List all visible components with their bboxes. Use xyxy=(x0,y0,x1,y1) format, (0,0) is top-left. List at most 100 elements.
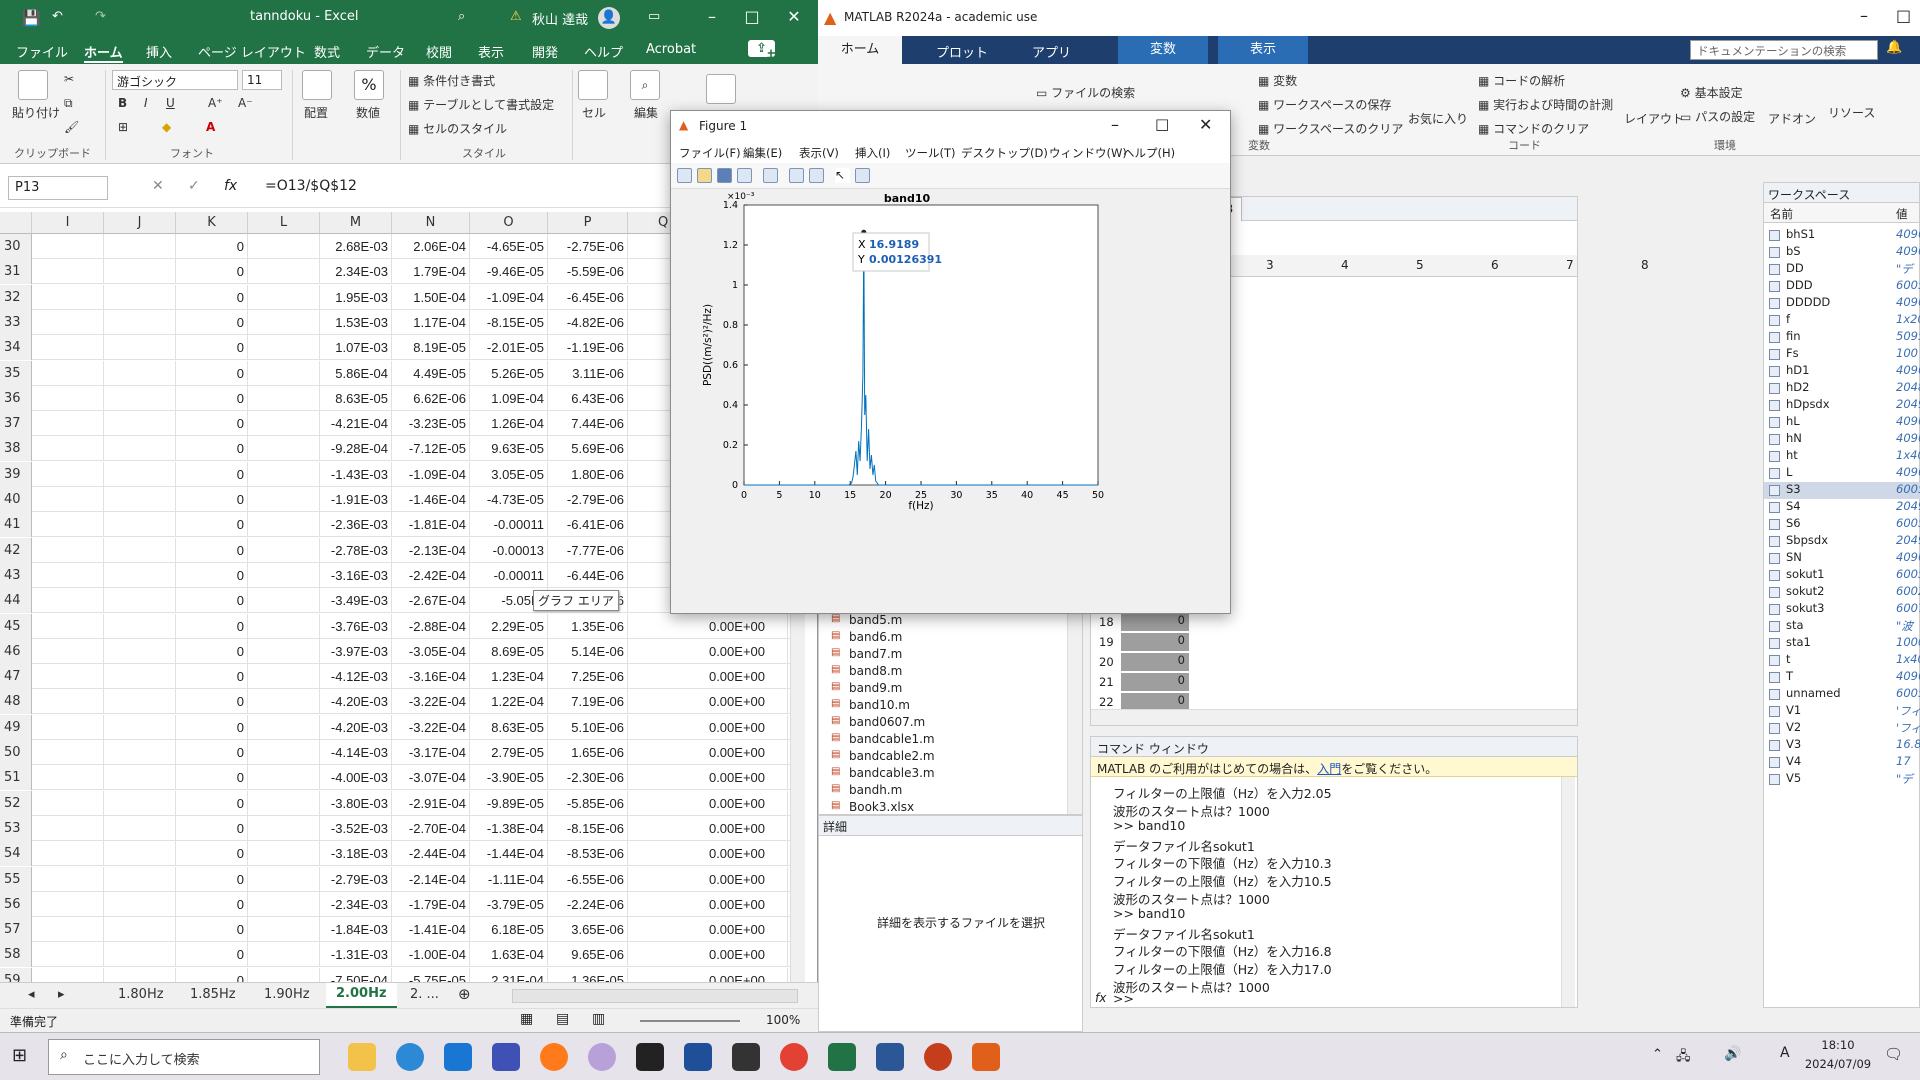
open-icon[interactable] xyxy=(697,168,712,183)
empty-cell[interactable] xyxy=(104,436,176,462)
cell-m[interactable]: -7.50E-04 xyxy=(320,967,392,982)
favorites-button[interactable]: お気に入り xyxy=(1408,110,1468,127)
store-icon[interactable] xyxy=(492,1043,520,1071)
cell-q[interactable]: 0.00E+00 xyxy=(628,967,788,982)
tab-data[interactable]: データ xyxy=(366,42,405,61)
new-figure-icon[interactable] xyxy=(677,168,692,183)
resources-button[interactable]: リソース xyxy=(1828,104,1875,121)
cell-n[interactable]: -2.70E-04 xyxy=(392,815,470,841)
minimize-button[interactable]: – xyxy=(1111,115,1119,134)
empty-cell[interactable] xyxy=(104,942,176,968)
empty-cell[interactable] xyxy=(248,259,320,285)
row-header[interactable]: 55 xyxy=(0,866,32,892)
cell-m[interactable]: -3.18E-03 xyxy=(320,841,392,867)
cell-p[interactable]: 5.10E-06 xyxy=(548,714,628,740)
cell-k[interactable]: 0 xyxy=(176,664,248,690)
empty-cell[interactable] xyxy=(104,689,176,715)
table-format-button[interactable]: ▦ テーブルとして書式設定 xyxy=(408,96,554,113)
align-icon[interactable] xyxy=(302,70,332,100)
cell-o[interactable]: -0.00013 xyxy=(470,537,548,563)
cell-o[interactable]: 1.23E-04 xyxy=(470,664,548,690)
file-scrollbar[interactable] xyxy=(1067,601,1082,814)
empty-cell[interactable] xyxy=(104,385,176,411)
cell-k[interactable]: 0 xyxy=(176,461,248,487)
property-editor-icon[interactable] xyxy=(855,168,870,183)
file-item[interactable]: bandcable2.m xyxy=(849,749,935,763)
cell-o[interactable]: -1.44E-04 xyxy=(470,841,548,867)
workspace-row[interactable]: DDDDD 4096 xyxy=(1764,295,1920,312)
notification-icon[interactable]: 🔔 xyxy=(1886,40,1902,55)
empty-cell[interactable] xyxy=(32,309,104,335)
cell-k[interactable]: 0 xyxy=(176,360,248,386)
cell-q[interactable]: 0.00E+00 xyxy=(628,638,788,664)
clear-workspace-button[interactable]: ▦ ワークスペースのクリア xyxy=(1258,120,1403,137)
network-icon[interactable]: 🖧 xyxy=(1676,1047,1691,1069)
cell-m[interactable]: -3.97E-03 xyxy=(320,638,392,664)
cell-n[interactable]: -1.09E-04 xyxy=(392,461,470,487)
empty-cell[interactable] xyxy=(248,740,320,765)
cell-k[interactable]: 0 xyxy=(176,765,248,791)
row-header[interactable]: 34 xyxy=(0,335,32,361)
empty-cell[interactable] xyxy=(248,411,320,437)
tab-view[interactable]: 表示 xyxy=(478,42,504,61)
var-horizontal-scrollbar[interactable] xyxy=(1091,709,1577,725)
cell-p[interactable]: -2.30E-06 xyxy=(548,765,628,791)
workspace-row[interactable]: S4 2049 xyxy=(1764,499,1920,516)
cell-n[interactable]: -1.81E-04 xyxy=(392,512,470,538)
tab-plots[interactable]: プロット xyxy=(936,42,988,61)
col-header-l[interactable]: L xyxy=(248,212,320,234)
cells-button[interactable]: セル xyxy=(582,104,606,121)
file-item[interactable]: band0607.m xyxy=(849,715,925,729)
cell-o[interactable]: -3.90E-05 xyxy=(470,765,548,791)
file-item[interactable]: Book3.xlsx xyxy=(849,800,914,814)
empty-cell[interactable] xyxy=(248,284,320,310)
cell-q[interactable]: 0.00E+00 xyxy=(628,613,788,639)
empty-cell[interactable] xyxy=(32,461,104,487)
workspace-row[interactable]: S3 6005 xyxy=(1764,482,1920,499)
menu-insert[interactable]: 挿入(I) xyxy=(855,145,890,161)
sheet-tab-active[interactable]: 2.00Hz xyxy=(326,983,397,1008)
cell-p[interactable]: 9.65E-06 xyxy=(548,942,628,968)
file-item[interactable]: band9.m xyxy=(849,681,902,695)
empty-cell[interactable] xyxy=(248,385,320,411)
empty-cell[interactable] xyxy=(104,967,176,982)
col-header-n[interactable]: N xyxy=(392,212,470,234)
border-icon[interactable]: ⊞ xyxy=(118,120,128,134)
powershell-icon[interactable] xyxy=(684,1043,712,1071)
var-cell[interactable]: 0 xyxy=(1121,653,1189,671)
zoom-level[interactable]: 100% xyxy=(766,1013,800,1027)
cell-p[interactable]: -8.53E-06 xyxy=(548,841,628,867)
workspace-row[interactable]: t 1x40 xyxy=(1764,652,1920,669)
number-button[interactable]: 数値 xyxy=(356,104,380,121)
function-icon[interactable]: fx xyxy=(224,178,237,194)
cell-m[interactable]: -3.76E-03 xyxy=(320,613,392,639)
sheet-tab[interactable]: 1.90Hz xyxy=(264,987,310,1002)
cell-p[interactable]: 1.35E-06 xyxy=(548,613,628,639)
cell-n[interactable]: -7.12E-05 xyxy=(392,436,470,462)
var-row-header[interactable]: 20 xyxy=(1099,655,1114,669)
cell-o[interactable]: 8.63E-05 xyxy=(470,714,548,740)
row-header[interactable]: 47 xyxy=(0,664,32,690)
font-size-select[interactable]: 11 xyxy=(242,70,282,90)
var-col-header[interactable]: 5 xyxy=(1416,258,1424,272)
cell-n[interactable]: -2.91E-04 xyxy=(392,790,470,816)
empty-cell[interactable] xyxy=(104,765,176,791)
tab-developer[interactable]: 開発 xyxy=(532,42,558,61)
getting-started-link[interactable]: 入門 xyxy=(1317,762,1341,776)
empty-cell[interactable] xyxy=(32,765,104,791)
ribbon-display-icon[interactable]: ▭ xyxy=(648,9,660,24)
prev-sheet-icon[interactable]: ◂ xyxy=(28,987,35,1002)
print-icon[interactable] xyxy=(737,168,752,183)
file-item[interactable]: band7.m xyxy=(849,647,902,661)
zoom-slider[interactable] xyxy=(640,1020,740,1022)
cell-q[interactable]: 0.00E+00 xyxy=(628,841,788,867)
edit-button[interactable]: 編集 xyxy=(634,104,658,121)
sheet-tab[interactable]: 1.80Hz xyxy=(118,987,164,1002)
empty-cell[interactable] xyxy=(248,638,320,664)
cell-p[interactable]: 5.69E-06 xyxy=(548,436,628,462)
cell-m[interactable]: -2.78E-03 xyxy=(320,537,392,563)
cell-o[interactable]: -4.73E-05 xyxy=(470,487,548,512)
cell-o[interactable]: 6.18E-05 xyxy=(470,917,548,943)
empty-cell[interactable] xyxy=(104,815,176,841)
row-header[interactable]: 52 xyxy=(0,790,32,816)
